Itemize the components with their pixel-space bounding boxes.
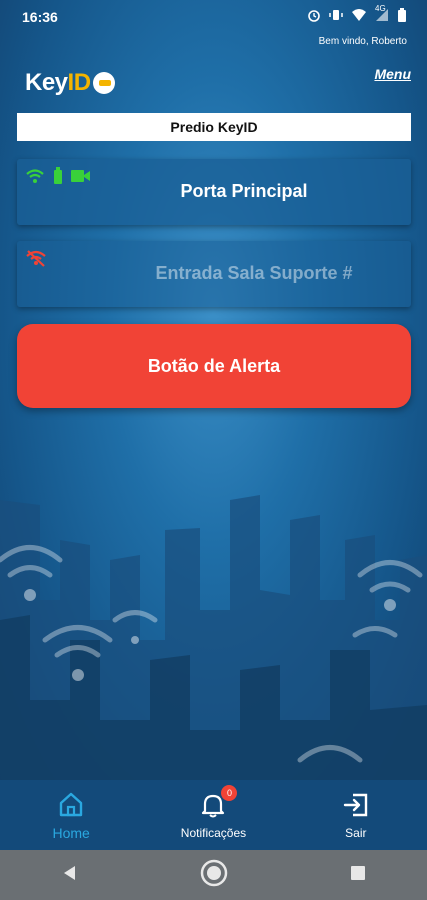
bell-icon: 0 xyxy=(199,784,238,822)
nav-sair[interactable]: Sair xyxy=(296,791,416,840)
home-icon xyxy=(57,790,85,821)
nav-notificacoes[interactable]: 0 Notificações xyxy=(153,784,273,840)
wifi-icon xyxy=(351,8,367,25)
welcome-message: Bem vindo, Roberto xyxy=(318,36,407,47)
status-icons: 4G xyxy=(307,4,407,25)
alert-button[interactable]: Botão de Alerta xyxy=(17,324,411,408)
app-logo: Key ID xyxy=(25,68,115,98)
alarm-icon xyxy=(307,8,321,25)
nav-sair-label: Sair xyxy=(345,825,367,840)
key-icon xyxy=(92,72,115,94)
android-nav-bar xyxy=(0,850,427,900)
building-name: Predio KeyID xyxy=(17,113,411,141)
status-time: 16:36 xyxy=(22,9,58,25)
door-card-entrada-sala-suporte[interactable]: Entrada Sala Suporte # xyxy=(17,241,411,307)
menu-link[interactable]: Menu xyxy=(374,66,411,82)
nav-notificacoes-label: Notificações xyxy=(180,825,247,840)
recents-icon[interactable] xyxy=(348,863,368,888)
back-icon[interactable] xyxy=(60,863,80,888)
exit-icon xyxy=(342,791,370,822)
logo-id-text: ID xyxy=(67,69,92,96)
door-title: Porta Principal xyxy=(180,181,308,201)
vibrate-icon xyxy=(329,8,343,25)
door-card-porta-principal[interactable]: Porta Principal xyxy=(17,159,411,225)
door-title: Entrada Sala Suporte # xyxy=(155,263,353,283)
signal-icon: 4G xyxy=(375,4,389,25)
nav-home[interactable]: Home xyxy=(11,790,131,841)
home-circle-icon[interactable] xyxy=(199,858,229,893)
nav-home-label: Home xyxy=(52,824,90,841)
logo-key-text: Key xyxy=(25,69,68,96)
battery-icon xyxy=(397,8,407,25)
network-label: 4G xyxy=(375,4,386,13)
bottom-nav: Home 0 Notificações Sair xyxy=(0,780,427,850)
status-bar: 16:36 4G xyxy=(0,0,427,34)
notification-badge: 0 xyxy=(221,784,238,801)
